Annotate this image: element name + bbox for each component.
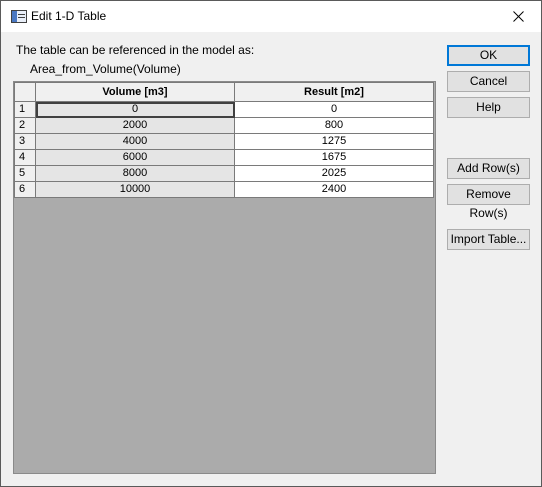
data-table: Volume [m3] Result [m2] 1 0 0 2 2000 800… (14, 82, 434, 198)
close-icon (513, 11, 524, 22)
remove-rows-button[interactable]: Remove Row(s) (447, 184, 530, 220)
row-header[interactable]: 3 (14, 133, 36, 150)
table-app-icon (11, 10, 27, 23)
volume-cell[interactable]: 10000 (35, 181, 235, 198)
result-cell[interactable]: 800 (234, 117, 434, 134)
reference-name: Area_from_Volume(Volume) (30, 62, 181, 76)
import-table-button[interactable]: Import Table... (447, 229, 530, 250)
result-cell[interactable]: 1675 (234, 149, 434, 166)
volume-cell[interactable]: 0 (35, 101, 235, 118)
row-header[interactable]: 6 (14, 181, 36, 198)
ok-button[interactable]: OK (447, 45, 530, 66)
table-row: 1 0 0 (14, 101, 434, 118)
row-header[interactable]: 5 (14, 165, 36, 182)
cancel-button[interactable]: Cancel (447, 71, 530, 92)
help-button[interactable]: Help (447, 97, 530, 118)
table-grid[interactable]: Volume [m3] Result [m2] 1 0 0 2 2000 800… (13, 81, 436, 474)
row-header[interactable]: 4 (14, 149, 36, 166)
result-cell[interactable]: 2400 (234, 181, 434, 198)
result-cell[interactable]: 1275 (234, 133, 434, 150)
volume-cell[interactable]: 4000 (35, 133, 235, 150)
edit-table-dialog: Edit 1-D Table The table can be referenc… (0, 0, 542, 487)
row-header[interactable]: 1 (14, 101, 36, 118)
window-title: Edit 1-D Table (31, 9, 107, 23)
volume-cell[interactable]: 8000 (35, 165, 235, 182)
row-header[interactable]: 2 (14, 117, 36, 134)
close-button[interactable] (495, 1, 541, 32)
volume-cell[interactable]: 6000 (35, 149, 235, 166)
table-row: 4 6000 1675 (14, 149, 434, 166)
volume-cell[interactable]: 2000 (35, 117, 235, 134)
result-cell[interactable]: 2025 (234, 165, 434, 182)
add-rows-button[interactable]: Add Row(s) (447, 158, 530, 179)
table-row: 6 10000 2400 (14, 181, 434, 198)
title-bar: Edit 1-D Table (1, 1, 541, 32)
result-cell[interactable]: 0 (234, 101, 434, 118)
table-row: 5 8000 2025 (14, 165, 434, 182)
column-header-result[interactable]: Result [m2] (234, 82, 434, 102)
table-row: 2 2000 800 (14, 117, 434, 134)
column-header-volume[interactable]: Volume [m3] (35, 82, 235, 102)
grid-corner-cell[interactable] (14, 82, 36, 102)
reference-label: The table can be referenced in the model… (16, 43, 255, 57)
table-row: 3 4000 1275 (14, 133, 434, 150)
